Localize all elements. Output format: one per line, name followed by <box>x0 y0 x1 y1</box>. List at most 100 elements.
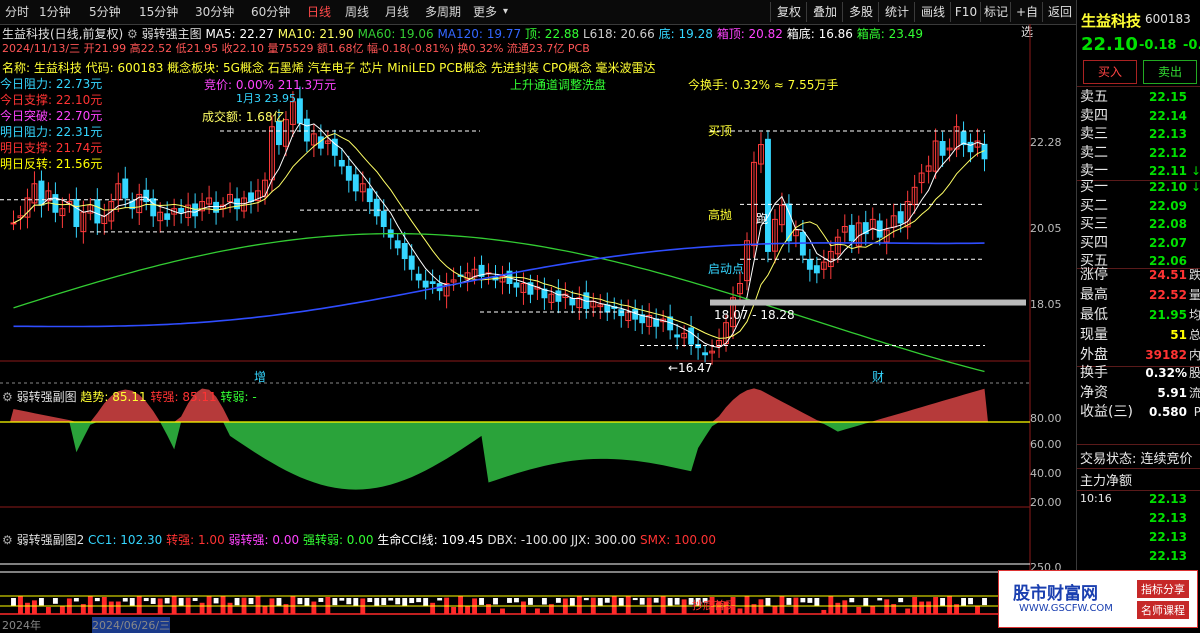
volume-bar <box>374 598 380 606</box>
volume-bar <box>674 598 680 605</box>
sub2-gear-icon[interactable]: ⚙ <box>2 533 17 547</box>
stat2-row-extra: 流 <box>1188 385 1200 400</box>
ask-row[interactable]: 卖三 22.13 <box>1077 125 1200 144</box>
volume-bar <box>206 596 212 614</box>
stat-row[interactable]: 外盘 39182 内 <box>1077 346 1200 365</box>
volume-bar <box>416 598 422 603</box>
candle-body <box>213 201 220 213</box>
volume-bar <box>597 598 603 606</box>
period-tab-daily[interactable]: 日线 <box>304 3 334 21</box>
watermark-url: WWW.GSCFW.COM <box>1019 603 1113 614</box>
volume-bar <box>346 598 352 605</box>
indicator-gear-icon[interactable]: ⚙ <box>127 27 142 41</box>
ask-row[interactable]: 卖二 22.12 <box>1077 144 1200 163</box>
sub1-header: ⚙ 弱转强副图 趋势: 85.11 转强: 85.11 转弱: - <box>2 388 257 405</box>
candle-body <box>164 213 171 220</box>
current-price: 22.10 <box>1081 34 1138 55</box>
sub2-smx: SMX: 100.00 <box>640 533 717 547</box>
buy-button[interactable]: 买入 <box>1083 60 1137 84</box>
volume-bar <box>11 598 16 606</box>
mark-button[interactable]: 标记 <box>980 2 1011 22</box>
chart-title: 生益科技(日线,前复权) <box>2 27 124 41</box>
stat2-row[interactable]: 净资 5.91 流 <box>1077 384 1200 403</box>
candle-body <box>702 352 709 356</box>
period-tab-1min[interactable]: 1分钟 <box>36 3 74 21</box>
sub1-title[interactable]: 弱转强副图 <box>17 390 77 404</box>
volume-bar <box>290 596 296 614</box>
candle-body <box>513 282 520 288</box>
overlay-button[interactable]: 叠加 <box>806 2 843 22</box>
bid-row-extra: ↓ <box>1190 180 1200 194</box>
candle-body <box>352 174 359 192</box>
ask-row[interactable]: 卖四 22.14 <box>1077 107 1200 126</box>
volume-bar <box>555 598 561 603</box>
period-tab-weekly[interactable]: 周线 <box>342 3 372 21</box>
bid-row[interactable]: 买一 22.10 ↓ <box>1077 178 1200 197</box>
sub1-gear-icon[interactable]: ⚙ <box>2 390 17 404</box>
indicator-name[interactable]: 弱转强主图 <box>142 27 202 41</box>
stat2-row[interactable]: 收益(三) 0.580 P <box>1077 403 1200 422</box>
volume-bar <box>423 598 429 606</box>
adjust-button[interactable]: 复权 <box>770 2 807 22</box>
stat-row[interactable]: 涨停 24.51 跌 <box>1077 266 1200 285</box>
sub2-title[interactable]: 弱转强副图2 <box>17 533 85 547</box>
bid-row-value: 22.08 <box>1149 217 1187 231</box>
bid-row[interactable]: 买四 22.07 <box>1077 234 1200 253</box>
stat-row[interactable]: 现量 51 总 <box>1077 326 1200 345</box>
concept-line: 名称: 生益科技 代码: 600183 概念板块: 5G概念 石墨烯 汽车电子 … <box>2 61 656 75</box>
add-favorite-button[interactable]: +自选 <box>1010 2 1043 39</box>
period-tab-60min[interactable]: 60分钟 <box>248 3 293 21</box>
stat-row[interactable]: 最低 21.95 均 <box>1077 306 1200 325</box>
sell-button[interactable]: 卖出 <box>1143 60 1197 84</box>
period-tab-30min[interactable]: 30分钟 <box>192 3 237 21</box>
stat-row-label: 涨停 <box>1080 267 1108 283</box>
statistics-button[interactable]: 统计 <box>878 2 915 22</box>
box-bottom-value: 箱底: 16.86 <box>786 27 853 41</box>
trend-text: 上升通道调整洗盘 <box>510 78 607 92</box>
ask-row-value: 22.12 <box>1149 145 1187 160</box>
volume-bar <box>479 598 484 605</box>
date-axis-cursor-label: 2024/06/26/三 <box>92 617 171 633</box>
stat2-row-extra: 股 <box>1188 366 1200 380</box>
candle-body <box>848 224 855 242</box>
stat-row[interactable]: 最高 22.52 量 <box>1077 286 1200 305</box>
sub2-dbx: DBX: -100.00 <box>487 533 568 547</box>
volume-bar <box>514 598 519 603</box>
period-tab-15min[interactable]: 15分钟 <box>136 3 181 21</box>
ask-row-value: 22.13 <box>1149 127 1187 141</box>
volume-bar <box>164 598 170 604</box>
tag-buy-top: 买顶 <box>708 124 733 138</box>
volume-bar <box>632 598 638 601</box>
volume-bar <box>199 602 205 614</box>
volume-bar <box>38 598 44 606</box>
volume-bar <box>639 598 645 605</box>
period-tab-more[interactable]: 更多 <box>470 3 500 21</box>
volume-bar <box>381 598 387 606</box>
ask-row[interactable]: 卖五 22.15 <box>1077 88 1200 107</box>
volume-bar <box>115 601 121 614</box>
bid-row[interactable]: 买二 22.09 <box>1077 197 1200 216</box>
f10-button[interactable]: F10 <box>950 2 981 22</box>
draw-line-button[interactable]: 画线 <box>914 2 951 22</box>
bottom-value: 底: 19.28 <box>658 27 713 41</box>
volume-bar <box>919 601 925 614</box>
volume-bar <box>73 598 79 602</box>
volume-bar <box>807 598 813 603</box>
volume-bar <box>430 602 436 614</box>
back-button[interactable]: 返回 <box>1042 2 1077 22</box>
volume-bar <box>905 608 911 614</box>
volume-bar <box>947 596 953 614</box>
stat2-row[interactable]: 换手 0.32% 股 <box>1077 364 1200 383</box>
volume-bar <box>772 605 778 614</box>
period-tab-monthly[interactable]: 月线 <box>382 3 412 21</box>
period-tab-multi[interactable]: 多周期 <box>422 3 464 21</box>
volume-bar <box>227 602 233 614</box>
sub1-trend: 趋势: 85.11 <box>80 390 147 404</box>
multi-stock-button[interactable]: 多股 <box>842 2 879 22</box>
period-tab-fenshi[interactable]: 分时 <box>2 3 32 21</box>
period-tab-5min[interactable]: 5分钟 <box>86 3 124 21</box>
volume-bar <box>32 600 37 614</box>
chart-area[interactable]: 生益科技(日线,前复权) ⚙ 弱转强主图 MA5: 22.27 MA10: 21… <box>0 24 1076 633</box>
bid-row[interactable]: 买三 22.08 <box>1077 215 1200 234</box>
chevron-down-icon[interactable]: ▾ <box>500 3 511 21</box>
